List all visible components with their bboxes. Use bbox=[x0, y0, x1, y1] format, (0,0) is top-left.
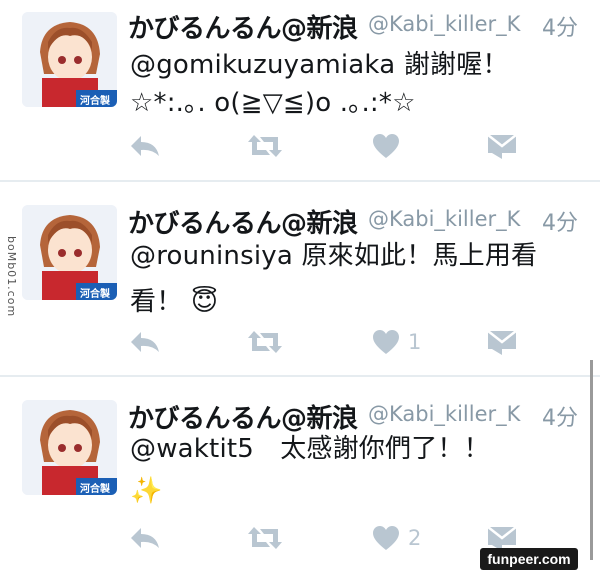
tweet-text: @gomikuzuyamiaka 謝謝喔！ ☆*:.｡. o(≧▽≦)o .｡.… bbox=[130, 46, 580, 122]
reply-icon bbox=[131, 332, 159, 352]
reply-icon bbox=[131, 528, 159, 548]
avatar-label: 河合製 bbox=[80, 96, 110, 107]
retweet-button[interactable] bbox=[246, 130, 284, 162]
message-button[interactable] bbox=[486, 326, 518, 358]
reply-button[interactable] bbox=[128, 326, 162, 358]
timestamp[interactable]: 4分 bbox=[542, 10, 578, 42]
heart-icon bbox=[373, 134, 399, 158]
heart-icon bbox=[373, 526, 399, 550]
retweet-button[interactable] bbox=[246, 326, 284, 358]
tweet-line: @waktit5 太感謝你們了！！ bbox=[130, 434, 490, 464]
like-button[interactable] bbox=[372, 130, 408, 162]
scrollbar[interactable] bbox=[590, 360, 593, 560]
retweet-icon bbox=[248, 527, 282, 549]
heart-icon bbox=[373, 330, 399, 354]
tweet-actions: 2 bbox=[128, 522, 528, 554]
username[interactable]: @Kabi_killer_K bbox=[368, 12, 520, 36]
username[interactable]: @Kabi_killer_K bbox=[368, 402, 520, 426]
avatar[interactable]: 河合製 bbox=[22, 400, 117, 495]
retweet-icon bbox=[248, 331, 282, 353]
tweet-actions: 1 bbox=[128, 326, 528, 358]
side-watermark: boMb01.com bbox=[5, 236, 18, 318]
avatar[interactable]: 河合製 bbox=[22, 205, 117, 300]
tweet-line: @rouninsiya 原來如此！馬上用看 bbox=[130, 241, 538, 271]
reply-button[interactable] bbox=[128, 130, 162, 162]
tweet-text: @rouninsiya 原來如此！馬上用看 看！ 😇 bbox=[130, 233, 580, 325]
reply-button[interactable] bbox=[128, 522, 162, 554]
tweet-text: @waktit5 太感謝你們了！！ ✨ bbox=[130, 428, 580, 512]
site-watermark: funpeer.com bbox=[480, 548, 578, 570]
tweet-line: @gomikuzuyamiaka 謝謝喔！ bbox=[130, 50, 509, 80]
message-button[interactable] bbox=[486, 130, 518, 162]
tweet-line: ✨ bbox=[130, 476, 163, 506]
avatar-label: 河合製 bbox=[80, 289, 110, 300]
like-button[interactable]: 1 bbox=[372, 326, 421, 358]
display-name[interactable]: かびるんるん@新浪 bbox=[128, 8, 358, 45]
message-icon bbox=[487, 134, 517, 159]
like-count: 1 bbox=[408, 330, 422, 354]
divider bbox=[0, 375, 600, 377]
username[interactable]: @Kabi_killer_K bbox=[368, 207, 520, 231]
avatar-label: 河合製 bbox=[80, 484, 110, 495]
reply-icon bbox=[131, 136, 159, 156]
message-icon bbox=[487, 330, 517, 355]
retweet-button[interactable] bbox=[246, 522, 284, 554]
tweet-line: 看！ 😇 bbox=[130, 287, 219, 317]
retweet-icon bbox=[248, 135, 282, 157]
divider bbox=[0, 180, 600, 182]
tweet-line: ☆*:.｡. o(≧▽≦)o .｡.:*☆ bbox=[130, 88, 416, 118]
like-button[interactable]: 2 bbox=[372, 522, 421, 554]
avatar[interactable]: 河合製 bbox=[22, 12, 117, 107]
tweet-actions bbox=[128, 130, 528, 162]
like-count: 2 bbox=[408, 526, 422, 550]
